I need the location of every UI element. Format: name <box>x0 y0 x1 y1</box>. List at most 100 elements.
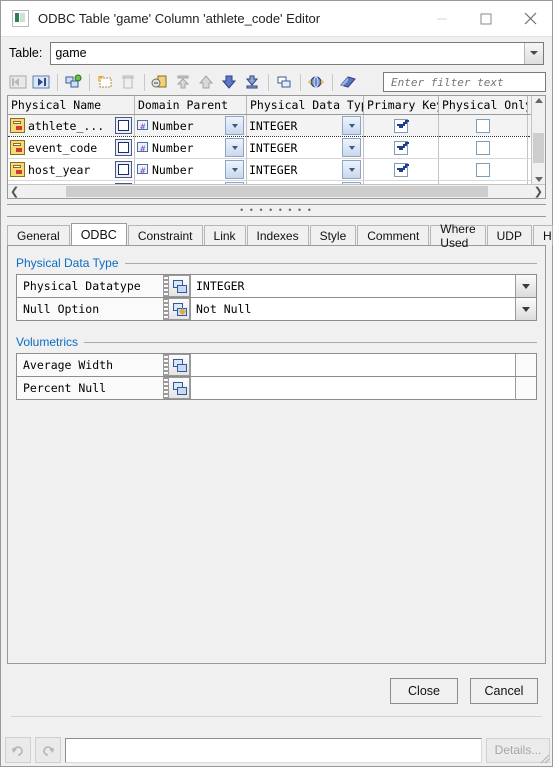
tab-where-used[interactable]: Where Used <box>430 222 486 250</box>
primary-key-checkbox[interactable] <box>394 118 408 133</box>
col-header-domain-parent[interactable]: Domain Parent <box>134 96 247 115</box>
delete-icon[interactable] <box>117 71 139 93</box>
cell-physical-name[interactable]: host_year <box>8 158 135 181</box>
cell-primary-key[interactable] <box>363 114 439 137</box>
redo-icon[interactable] <box>35 737 61 763</box>
value-spacer <box>515 377 536 399</box>
physical-only-checkbox[interactable] <box>476 162 490 177</box>
new-column-icon[interactable] <box>62 71 84 93</box>
move-up-icon[interactable] <box>195 71 217 93</box>
grid-horizontal-scrollbar[interactable]: ❮ ❯ <box>8 184 545 198</box>
expand-editor-button[interactable] <box>115 183 132 184</box>
tab-style[interactable]: Style <box>309 225 357 245</box>
col-header-physical-data-type[interactable]: Physical Data Type <box>246 96 364 115</box>
scroll-left-icon[interactable]: ❮ <box>10 185 19 198</box>
undo-icon[interactable] <box>5 737 31 763</box>
move-top-icon[interactable] <box>172 71 194 93</box>
chevron-down-icon[interactable] <box>515 298 536 320</box>
primary-key-checkbox[interactable] <box>394 140 408 155</box>
cell-physical-data-type[interactable]: INTEGER <box>246 114 364 137</box>
splitter-handle[interactable]: • • • • • • • • <box>7 204 546 217</box>
expand-editor-button[interactable] <box>115 139 132 156</box>
tab-indexes[interactable]: Indexes <box>246 225 309 245</box>
globe-icon[interactable] <box>305 71 327 93</box>
cell-physical-data-type[interactable]: INTEGER <box>246 136 364 159</box>
expand-editor-button[interactable] <box>115 117 132 134</box>
tab-constraint[interactable]: Constraint <box>127 225 203 245</box>
chevron-down-icon[interactable] <box>225 116 244 135</box>
scroll-thumb[interactable] <box>65 186 488 197</box>
copy-to-icon[interactable] <box>273 71 295 93</box>
table-row[interactable]: host_year # Number INTEGER <box>8 158 532 181</box>
tab-history[interactable]: History <box>532 225 553 245</box>
grid-scroll-area: Physical Name Domain Parent Physical Dat… <box>8 96 532 184</box>
table-row[interactable]: event_code # Number INTEGER <box>8 136 532 159</box>
key-icon[interactable] <box>149 71 171 93</box>
filter-input[interactable] <box>389 74 545 90</box>
cell-physical-only[interactable] <box>438 158 528 181</box>
table-combobox[interactable]: game <box>50 41 544 65</box>
move-down-icon[interactable] <box>218 71 240 93</box>
book-icon[interactable] <box>337 71 359 93</box>
scroll-down-icon[interactable] <box>534 177 543 182</box>
overlay-edit-icon[interactable] <box>168 298 190 320</box>
chevron-down-icon[interactable] <box>342 138 361 157</box>
grid-vertical-scrollbar[interactable] <box>531 96 545 184</box>
tab-udp[interactable]: UDP <box>486 225 532 245</box>
cell-primary-key[interactable] <box>363 158 439 181</box>
cell-physical-name[interactable]: athlete_... <box>8 114 135 137</box>
cell-domain-parent[interactable]: # Number <box>134 114 247 137</box>
table-selector-row: Table: game <box>1 37 552 69</box>
close-button-footer[interactable]: Close <box>390 678 458 704</box>
col-header-physical-name[interactable]: Physical Name <box>8 96 135 115</box>
property-value[interactable] <box>190 354 515 376</box>
filter-input-wrapper[interactable] <box>383 72 546 92</box>
col-header-primary-key[interactable]: Primary Key <box>363 96 439 115</box>
cancel-button[interactable]: Cancel <box>470 678 538 704</box>
tab-general[interactable]: General <box>7 225 70 245</box>
cell-physical-only[interactable] <box>438 136 528 159</box>
chevron-down-icon[interactable] <box>342 160 361 179</box>
cell-domain-parent[interactable]: # Number <box>134 158 247 181</box>
move-bottom-icon[interactable] <box>241 71 263 93</box>
tab-link[interactable]: Link <box>203 225 246 245</box>
close-button[interactable] <box>508 1 552 36</box>
cell-physical-only[interactable] <box>438 114 528 137</box>
chevron-down-icon[interactable] <box>524 42 543 64</box>
duplicate-icon[interactable] <box>94 71 116 93</box>
table-row[interactable]: athlete_... # Number INTEGER <box>8 114 532 137</box>
tab-odbc[interactable]: ODBC <box>70 223 127 245</box>
chevron-down-icon[interactable] <box>225 160 244 179</box>
cell-primary-key[interactable] <box>363 136 439 159</box>
property-rows: Physical Datatype INTEGER Null Option No… <box>16 274 537 321</box>
cell-text: INTEGER <box>249 118 298 133</box>
physical-only-checkbox[interactable] <box>476 118 490 133</box>
tab-comment[interactable]: Comment <box>357 225 430 245</box>
resize-grip-icon[interactable] <box>538 752 550 764</box>
overlay-add-icon[interactable] <box>168 377 190 399</box>
physical-only-checkbox[interactable] <box>476 140 490 155</box>
cell-physical-name[interactable]: event_code <box>8 136 135 159</box>
chevron-down-icon[interactable] <box>225 138 244 157</box>
group-divider <box>124 262 537 264</box>
chevron-down-icon[interactable] <box>342 116 361 135</box>
col-header-physical-only[interactable]: Physical Only <box>438 96 528 115</box>
chevron-down-icon[interactable] <box>515 275 536 297</box>
property-value[interactable]: Not Null <box>190 298 515 320</box>
property-value[interactable]: INTEGER <box>190 275 515 297</box>
scroll-thumb[interactable] <box>533 133 545 163</box>
cell-physical-data-type[interactable]: INTEGER <box>246 158 364 181</box>
scroll-up-icon[interactable] <box>534 98 543 103</box>
maximize-button[interactable] <box>464 1 508 36</box>
property-row-average-width: Average Width <box>17 354 536 377</box>
primary-key-checkbox[interactable] <box>394 162 408 177</box>
cell-domain-parent[interactable]: # Number <box>134 136 247 159</box>
property-value[interactable] <box>190 377 515 399</box>
expand-editor-button[interactable] <box>115 161 132 178</box>
minimize-button[interactable] <box>420 1 464 36</box>
nav-next-icon[interactable] <box>30 71 52 93</box>
overlay-add-icon[interactable] <box>168 275 190 297</box>
nav-previous-icon[interactable] <box>7 71 29 93</box>
overlay-add-icon[interactable] <box>168 354 190 376</box>
scroll-right-icon[interactable]: ❯ <box>534 185 543 198</box>
